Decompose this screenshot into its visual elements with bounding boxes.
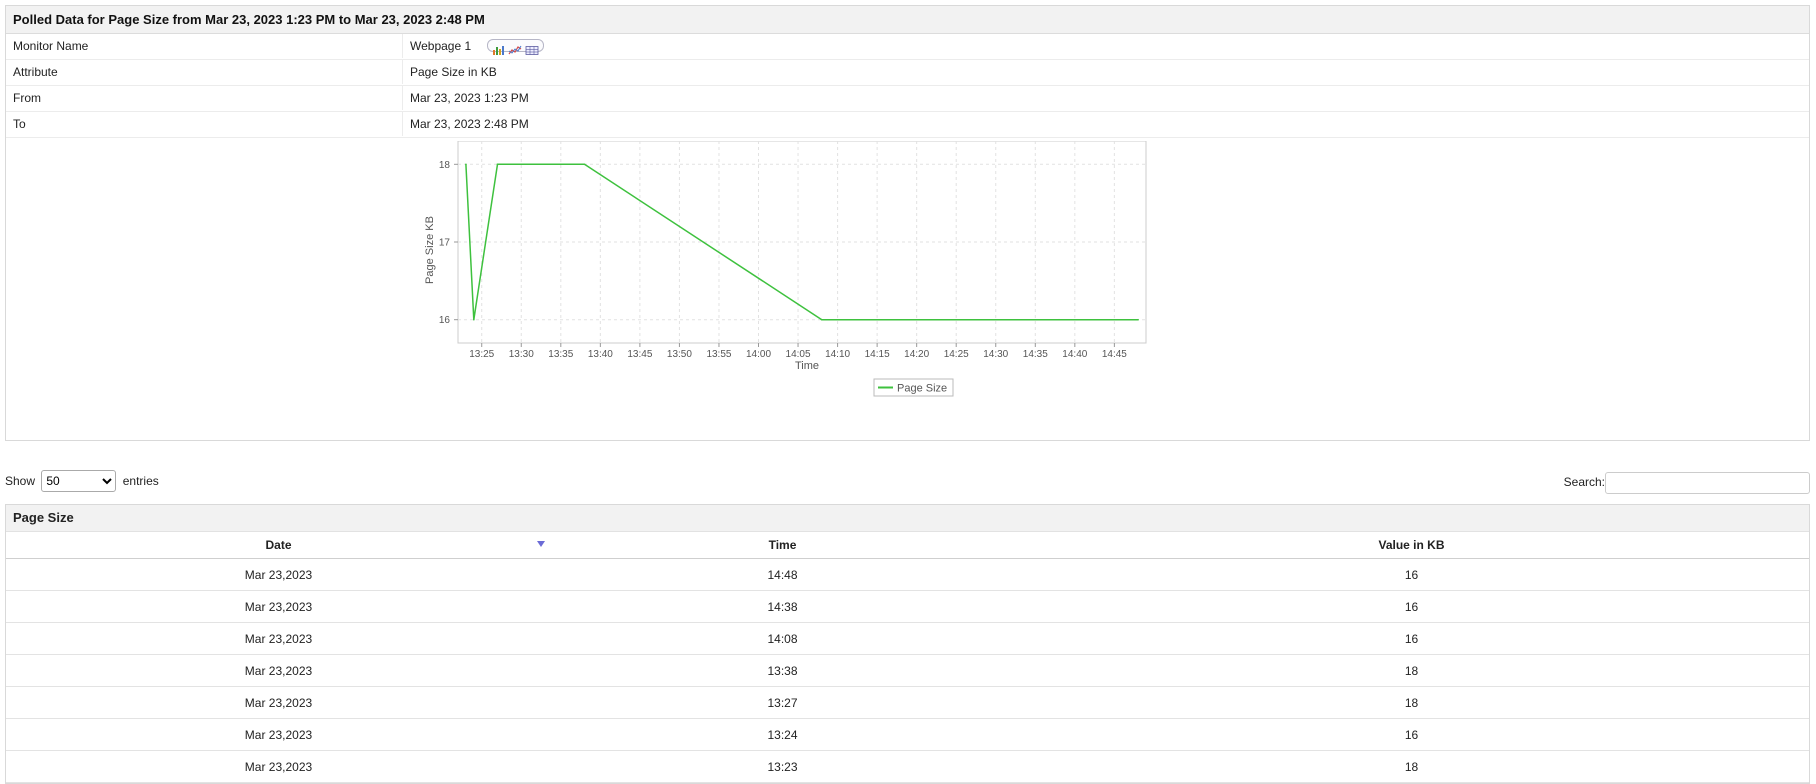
column-header-value[interactable]: Value in KB bbox=[1014, 532, 1809, 559]
legend-label: Page Size bbox=[897, 383, 947, 395]
page-size-chart: 13:25 13:30 13:35 13:40 13:45 13:50 13:55 14:00… bbox=[6, 141, 1811, 441]
column-header-time[interactable]: Time bbox=[551, 532, 1014, 559]
x-axis-label: Time bbox=[795, 360, 819, 372]
data-point bbox=[1137, 318, 1139, 321]
table-row: Mar 23,2023 13:24 16 bbox=[6, 718, 1809, 751]
cell-value: 16 bbox=[1014, 718, 1809, 751]
info-row-from: From Mar 23, 2023 1:23 PM bbox=[6, 86, 1809, 112]
data-point bbox=[473, 318, 475, 321]
info-key: Attribute bbox=[6, 60, 403, 84]
x-tick-label: 14:45 bbox=[1102, 349, 1127, 360]
cell-date: Mar 23,2023 bbox=[6, 750, 551, 783]
cell-value: 18 bbox=[1014, 654, 1809, 687]
cell-value: 16 bbox=[1014, 590, 1809, 623]
data-point bbox=[820, 318, 823, 321]
info-value: Page Size in KB bbox=[410, 65, 497, 79]
cell-date: Mar 23,2023 bbox=[6, 654, 551, 687]
cell-value: 18 bbox=[1014, 750, 1809, 783]
x-tick-label: 14:10 bbox=[825, 349, 850, 360]
info-value: Webpage 1 bbox=[410, 34, 544, 58]
cell-date: Mar 23,2023 bbox=[6, 718, 551, 751]
table-row: Mar 23,2023 13:23 18 bbox=[6, 750, 1809, 783]
table-row: Mar 23,2023 14:38 16 bbox=[6, 590, 1809, 623]
x-tick-label: 14:05 bbox=[786, 349, 811, 360]
table-header-row: Date Time Value in KB bbox=[6, 532, 1809, 559]
info-key: From bbox=[6, 86, 403, 110]
x-tick-label: 14:35 bbox=[1023, 349, 1048, 360]
x-tick-label: 13:40 bbox=[588, 349, 613, 360]
x-tick-label: 14:30 bbox=[983, 349, 1008, 360]
cell-time: 13:23 bbox=[551, 750, 1014, 783]
data-table-container: Page Size Date Time Value in KB Mar 23,2… bbox=[5, 504, 1810, 784]
x-tick-label: 13:30 bbox=[509, 349, 534, 360]
y-tick-label: 18 bbox=[439, 160, 451, 171]
show-label: Show bbox=[5, 474, 36, 488]
column-header-label: Date bbox=[265, 538, 292, 552]
search-input[interactable] bbox=[1605, 472, 1810, 494]
cell-time: 13:38 bbox=[551, 654, 1014, 687]
cell-time: 14:38 bbox=[551, 590, 1014, 623]
data-point bbox=[496, 163, 499, 166]
polled-data-panel: Polled Data for Page Size from Mar 23, 2… bbox=[5, 5, 1810, 441]
info-row-to: To Mar 23, 2023 2:48 PM bbox=[6, 112, 1809, 138]
x-tick-label: 13:35 bbox=[548, 349, 573, 360]
y-axis-label: Page Size KB bbox=[424, 216, 436, 284]
search-control: Search: bbox=[1564, 472, 1810, 494]
sort-descending-icon bbox=[537, 541, 545, 547]
search-label: Search: bbox=[1563, 475, 1605, 490]
cell-value: 18 bbox=[1014, 686, 1809, 719]
cell-date: Mar 23,2023 bbox=[6, 622, 551, 655]
x-tick-label: 13:55 bbox=[706, 349, 731, 360]
y-tick-label: 17 bbox=[439, 238, 451, 249]
table-title: Page Size bbox=[6, 505, 1809, 532]
table-row: Mar 23,2023 14:08 16 bbox=[6, 622, 1809, 655]
column-header-label: Value in KB bbox=[1378, 538, 1445, 552]
x-tick-label: 14:20 bbox=[904, 349, 929, 360]
cell-date: Mar 23,2023 bbox=[6, 558, 551, 591]
data-point bbox=[1058, 318, 1060, 321]
x-tick-label: 13:50 bbox=[667, 349, 692, 360]
entries-select[interactable]: 50 bbox=[41, 470, 117, 492]
x-tick-label: 14:40 bbox=[1062, 349, 1087, 360]
cell-time: 13:24 bbox=[551, 718, 1014, 751]
cell-date: Mar 23,2023 bbox=[6, 590, 551, 623]
cell-time: 13:27 bbox=[551, 686, 1014, 719]
info-value: Mar 23, 2023 1:23 PM bbox=[410, 91, 529, 105]
cell-value: 16 bbox=[1014, 558, 1809, 591]
cell-date: Mar 23,2023 bbox=[6, 686, 551, 719]
info-row-attribute: Attribute Page Size in KB bbox=[6, 60, 1809, 86]
y-tick-label: 16 bbox=[439, 315, 451, 326]
x-tick-label: 14:15 bbox=[865, 349, 890, 360]
cell-value: 16 bbox=[1014, 622, 1809, 655]
table-row: Mar 23,2023 13:38 18 bbox=[6, 654, 1809, 687]
entries-label: entries bbox=[122, 474, 159, 488]
x-tick-label: 13:45 bbox=[627, 349, 652, 360]
panel-title: Polled Data for Page Size from Mar 23, 2… bbox=[6, 6, 1809, 34]
info-row-monitor-name: Monitor Name Webpage 1 bbox=[6, 34, 1809, 60]
data-point bbox=[583, 163, 586, 166]
monitor-name-link[interactable]: Webpage 1 bbox=[410, 39, 471, 53]
x-tick-label: 14:00 bbox=[746, 349, 771, 360]
table-row: Mar 23,2023 13:27 18 bbox=[6, 686, 1809, 719]
column-header-label: Time bbox=[768, 538, 797, 552]
cell-time: 14:48 bbox=[551, 558, 1014, 591]
info-value: Mar 23, 2023 2:48 PM bbox=[410, 117, 529, 131]
line-chart: 13:25 13:30 13:35 13:40 13:45 13:50 13:55 14:00… bbox=[424, 141, 1147, 397]
info-key: Monitor Name bbox=[6, 34, 403, 58]
data-table: Date Time Value in KB Mar 23,2023 14:48 … bbox=[6, 532, 1809, 783]
length-control: Show 50 entries bbox=[5, 470, 159, 492]
view-icons-group bbox=[486, 39, 544, 56]
table-row: Mar 23,2023 14:48 16 bbox=[6, 558, 1809, 591]
x-tick-label: 14:25 bbox=[944, 349, 969, 360]
cell-time: 14:08 bbox=[551, 622, 1014, 655]
x-tick-label: 13:25 bbox=[469, 349, 494, 360]
data-point bbox=[465, 163, 467, 166]
info-key: To bbox=[6, 112, 403, 136]
column-header-date[interactable]: Date bbox=[6, 532, 551, 559]
